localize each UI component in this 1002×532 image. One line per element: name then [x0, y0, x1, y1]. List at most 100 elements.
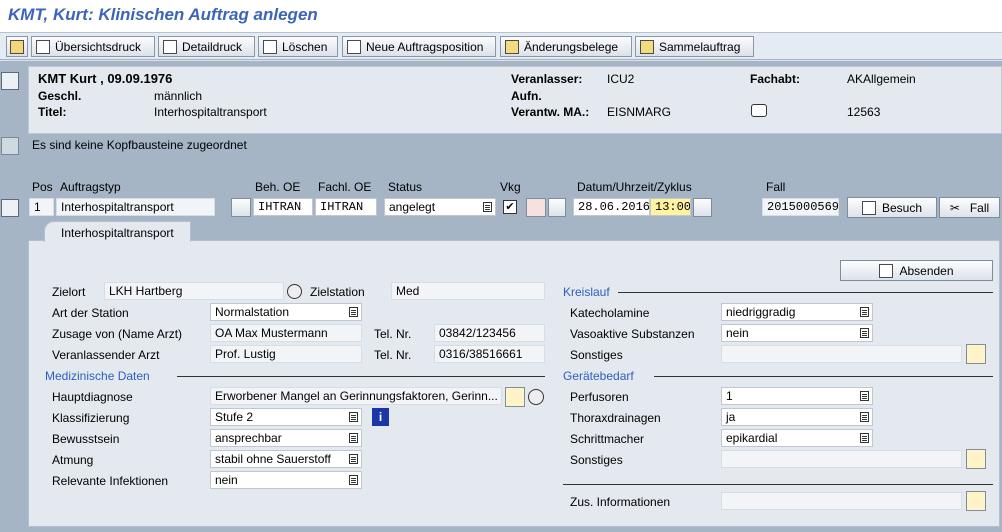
schrittmacher-select[interactable]: epikardial	[721, 429, 873, 447]
header-blocks-icon	[1, 137, 19, 155]
title-label: Titel:	[38, 105, 67, 119]
dropdown-icon[interactable]	[349, 475, 358, 485]
info-icon[interactable]: i	[372, 408, 389, 426]
tel-label: Tel. Nr.	[374, 348, 412, 362]
dropdown-icon[interactable]	[349, 412, 358, 422]
department-label: Fachabt:	[750, 72, 801, 86]
print-icon	[163, 39, 177, 54]
vkg-checkbox[interactable]: ✔	[503, 200, 517, 214]
section-kreislauf: Kreislauf	[563, 285, 610, 299]
zielstation-label: Zielstation	[310, 285, 365, 299]
application-toolbar: Übersichtsdruck Detaildruck Löschen Neue…	[0, 33, 1002, 60]
sonstiges-kreislauf-field	[721, 345, 962, 363]
responsible-value: EISNMARG	[607, 105, 672, 119]
detail-print-button[interactable]: Detaildruck	[158, 36, 255, 57]
calendar-icon[interactable]	[526, 198, 546, 217]
art-station-select[interactable]: Normalstation	[210, 303, 362, 321]
header-expand-icon[interactable]	[1, 72, 19, 90]
divider	[177, 376, 545, 377]
zus-info-field	[721, 492, 962, 510]
row-select-icon[interactable]	[1, 199, 19, 217]
perfusoren-select[interactable]: 1	[721, 387, 873, 405]
section-geraetebedarf: Gerätebedarf	[563, 369, 634, 383]
edit-icon[interactable]	[966, 449, 986, 469]
header-note: Es sind keine Kopfbausteine zugeordnet	[32, 138, 247, 152]
tools-icon: ✂	[949, 200, 960, 215]
perfusoren-label: Perfusoren	[570, 390, 629, 404]
diagnosis-search-icon[interactable]	[528, 389, 544, 405]
responsible-label: Verantw. MA.:	[511, 105, 590, 119]
binoculars-icon[interactable]	[693, 198, 712, 217]
patient-header: KMT Kurt , 09.09.1976 Geschl. männlich T…	[28, 66, 1002, 134]
klassifizierung-select[interactable]: Stufe 2	[210, 408, 362, 426]
schrittmacher-label: Schrittmacher	[570, 432, 645, 446]
change-documents-button[interactable]: Änderungsbelege	[500, 36, 632, 57]
veranl-label: Veranlassender Arzt	[52, 348, 160, 362]
beh-oe-field[interactable]: IHTRAN	[253, 198, 313, 216]
divider	[563, 484, 993, 485]
department-value: AKAllgemein	[847, 72, 916, 86]
dropdown-icon[interactable]	[349, 454, 358, 464]
edit-icon[interactable]	[966, 344, 986, 364]
people-icon	[640, 39, 654, 54]
edit-icon[interactable]	[505, 387, 525, 407]
send-button[interactable]: Absenden	[840, 260, 993, 281]
zusage-tel-field: 03842/123456	[434, 324, 545, 342]
art-station-label: Art der Station	[52, 306, 129, 320]
dropdown-icon[interactable]	[349, 307, 358, 317]
veranl-field: Prof. Lustig	[210, 345, 362, 363]
atmung-label: Atmung	[52, 453, 94, 467]
dropdown-icon[interactable]	[860, 412, 869, 422]
fach-oe-field[interactable]: IHTRAN	[315, 198, 377, 216]
cycle-dropdown-icon[interactable]	[548, 198, 566, 217]
delete-button[interactable]: Löschen	[258, 36, 338, 57]
edit-icon[interactable]	[966, 491, 986, 511]
col-order-type: Auftragstyp	[60, 180, 121, 194]
visit-button[interactable]: Besuch	[847, 197, 937, 218]
dropdown-icon[interactable]	[860, 307, 869, 317]
title-bar: KMT, Kurt: Klinischen Auftrag anlegen	[0, 0, 1002, 33]
vasoaktive-label: Vasoaktive Substanzen	[570, 327, 695, 341]
dropdown-icon[interactable]	[349, 433, 358, 443]
tab-interhospitaltransport[interactable]: Interhospitaltransport	[44, 221, 191, 242]
new-document-icon	[347, 39, 361, 54]
phone-icon[interactable]	[751, 104, 767, 117]
time-field[interactable]: 13:00	[650, 198, 691, 216]
print-icon	[36, 39, 50, 54]
thoraxdrainagen-select[interactable]: ja	[721, 408, 873, 426]
other-order-icon[interactable]	[6, 36, 28, 57]
collective-order-button[interactable]: Sammelauftrag	[635, 36, 754, 57]
case-button[interactable]: ✂ Fall	[939, 197, 1000, 218]
klassifizierung-label: Klassifizierung	[52, 411, 130, 425]
dropdown-icon[interactable]	[860, 433, 869, 443]
requester-value: ICU2	[607, 72, 635, 86]
phone-value: 12563	[847, 105, 881, 119]
vasoaktive-select[interactable]: nein	[721, 324, 873, 342]
tel-label: Tel. Nr.	[374, 327, 412, 341]
col-pos: Pos	[32, 180, 53, 194]
org-unit-search-icon[interactable]	[231, 198, 251, 217]
bewusstsein-select[interactable]: ansprechbar	[210, 429, 362, 447]
katecholamine-label: Katecholamine	[570, 306, 650, 320]
sonstiges-geraet-label: Sonstiges	[570, 453, 623, 467]
dropdown-icon[interactable]	[860, 391, 869, 401]
new-position-button[interactable]: Neue Auftragsposition	[342, 36, 496, 57]
zusage-field: OA Max Mustermann	[210, 324, 362, 342]
date-field[interactable]: 28.06.2016	[573, 198, 650, 216]
dropdown-icon[interactable]	[860, 328, 869, 338]
atmung-select[interactable]: stabil ohne Sauerstoff	[210, 450, 362, 468]
case-field: 2015000569	[762, 198, 839, 216]
title-value: Interhospitaltransport	[154, 105, 267, 119]
sonstiges-geraet-field	[721, 450, 962, 468]
location-search-icon[interactable]	[287, 284, 302, 299]
col-fach-oe: Fachl. OE	[318, 180, 372, 194]
change-docs-icon	[505, 39, 519, 54]
thoraxdrainagen-label: Thoraxdrainagen	[570, 411, 661, 425]
overview-print-button[interactable]: Übersichtsdruck	[31, 36, 155, 57]
dropdown-icon[interactable]	[483, 202, 492, 212]
status-select[interactable]: angelegt	[384, 198, 496, 216]
pos-field: 1	[29, 198, 54, 216]
bewusstsein-label: Bewusstsein	[52, 432, 120, 446]
katecholamine-select[interactable]: niedriggradig	[721, 303, 873, 321]
infektionen-select[interactable]: nein	[210, 471, 362, 489]
